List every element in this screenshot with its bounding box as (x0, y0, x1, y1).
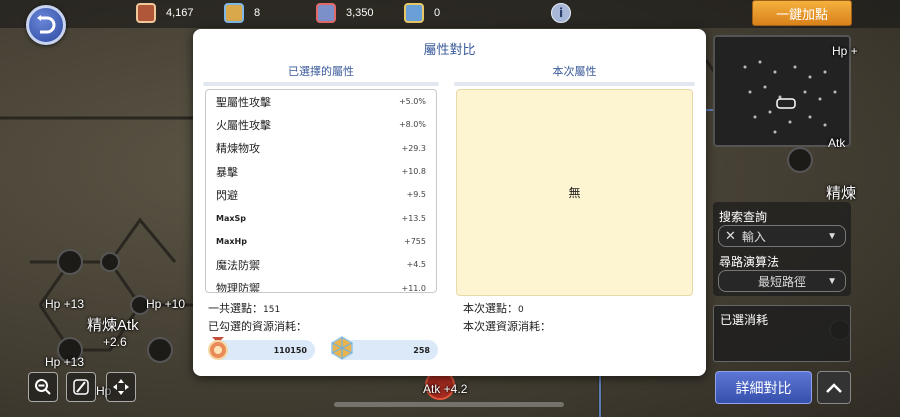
close-icon[interactable]: ✕ (725, 228, 736, 244)
gem-cube-icon (224, 3, 244, 23)
divider (454, 82, 695, 86)
checked-cost-label: 已勾選的資源消耗： (208, 320, 307, 333)
attribute-name: 聖屬性攻擊 (216, 95, 271, 109)
gem-cube-icon (331, 336, 353, 360)
total-points-value: 151 (263, 305, 281, 315)
divider (203, 82, 439, 86)
chevron-up-icon (826, 382, 842, 393)
list-item: 精煉物攻 +29.3 (206, 137, 436, 160)
attribute-value: +13.5 (401, 213, 426, 223)
attribute-name: 暴擊 (216, 165, 238, 179)
edit-button[interactable] (66, 372, 96, 402)
attribute-value: +5.0% (398, 97, 426, 107)
list-item: 閃避 +9.5 (206, 183, 436, 206)
node-label: Hp +10 (146, 297, 186, 311)
back-button[interactable] (26, 5, 66, 45)
info-icon[interactable]: i (551, 3, 571, 23)
list-item: 火屬性攻擊 +8.0% (206, 113, 436, 136)
attribute-name: 閃避 (216, 188, 238, 202)
chevron-down-icon: ▼ (827, 275, 837, 287)
total-points-label: 一共選點： (208, 302, 263, 315)
minimap[interactable] (713, 35, 851, 147)
empty-text: 無 (568, 186, 581, 200)
list-item: 魔法防禦 +4.5 (206, 253, 436, 276)
resource-value: 4,167 (166, 7, 194, 19)
node-label: Hp + (832, 44, 858, 58)
selected-cost-panel: 已選消耗 (713, 305, 851, 362)
resource-value: 0 (434, 7, 441, 19)
resource-value: 8 (254, 7, 261, 19)
horizontal-scrollbar[interactable] (334, 402, 564, 407)
medal-icon (136, 3, 156, 23)
node-label: Hp +13 (45, 355, 85, 369)
modal-title: 屬性對比 (423, 43, 476, 58)
zoom-out-button[interactable] (28, 372, 58, 402)
attribute-value: +9.5 (406, 190, 426, 200)
attribute-name: 物理防禦 (216, 282, 260, 293)
collapse-button[interactable] (817, 371, 851, 404)
this-points-label: 本次選點： (463, 302, 518, 315)
algorithm-value: 最短路徑 (757, 274, 806, 289)
resource-lock-cube: 3,350 (316, 3, 374, 23)
list-item: 物理防禦 +11.0 (206, 276, 436, 293)
cost-value: 258 (413, 345, 430, 355)
attribute-value: +8.0% (398, 120, 426, 130)
cost-value: 110150 (273, 345, 307, 355)
resource-gem-cube: 8 (224, 3, 260, 23)
resource-value: 3,350 (346, 7, 374, 19)
attribute-value: +10.8 (401, 167, 426, 177)
chevron-down-icon: ▼ (827, 230, 837, 242)
attribute-value: +11.0 (401, 283, 426, 293)
attribute-name: MaxHp (216, 236, 247, 246)
back-arrow-icon (37, 15, 56, 34)
current-attributes-header: 本次屬性 (552, 65, 597, 78)
medal-icon (208, 337, 228, 360)
node-main-sub: +2.6 (103, 335, 127, 349)
node-label: 精煉 (826, 185, 857, 202)
attribute-value: +4.5 (406, 260, 426, 270)
node-label: Hp +13 (45, 297, 85, 311)
slash-icon (73, 379, 89, 395)
selected-cost-label: 已選消耗 (720, 313, 769, 327)
attribute-value: +755 (404, 236, 426, 246)
list-item: 聖屬性攻擊 +5.0% (206, 90, 436, 113)
attribute-name: 魔法防禦 (216, 258, 260, 272)
resource-medal: 4,167 (136, 3, 194, 23)
blue-cube-icon (404, 3, 424, 23)
attribute-compare-modal: 屬性對比 已選擇的屬性 本次屬性 聖屬性攻擊 +5.0% 火屬性攻擊 +8.0%… (193, 29, 706, 376)
this-cost-label: 本次選資源消耗： (463, 320, 551, 333)
list-item: MaxHp +755 (206, 230, 436, 253)
attribute-value: +29.3 (401, 143, 426, 153)
node-label: Atk (828, 136, 846, 150)
list-item: 暴擊 +10.8 (206, 160, 436, 183)
list-item: MaxSp +13.5 (206, 206, 436, 229)
algorithm-select[interactable]: 最短路徑 ▼ (718, 270, 846, 292)
selected-attributes-header: 已選擇的屬性 (288, 65, 354, 78)
search-placeholder: 輸入 (741, 229, 766, 244)
one-click-add-button[interactable]: 一鍵加點 (752, 0, 852, 26)
search-label: 搜索查詢 (719, 210, 768, 224)
move-button[interactable] (106, 372, 136, 402)
minimap-dots (743, 60, 837, 134)
resource-blue-cube: 0 (404, 3, 440, 23)
attribute-name: 火屬性攻擊 (216, 118, 271, 132)
this-points-value: 0 (518, 305, 524, 315)
total-points: 一共選點：151 (208, 300, 280, 316)
current-attributes-box: 無 (456, 89, 693, 296)
selected-attributes-list[interactable]: 聖屬性攻擊 +5.0% 火屬性攻擊 +8.0% 精煉物攻 +29.3 暴擊 +1… (205, 89, 437, 293)
attribute-name: MaxSp (216, 213, 247, 223)
algorithm-label: 尋路演算法 (719, 255, 780, 269)
move-icon (113, 379, 129, 395)
attribute-name: 精煉物攻 (216, 142, 260, 156)
search-input[interactable]: ✕ 輸入 ▼ (718, 225, 846, 247)
node-main-label: 精煉Atk (87, 317, 139, 334)
detail-compare-button[interactable]: 詳細對比 (715, 371, 812, 404)
this-points: 本次選點：0 (463, 300, 524, 316)
node-label: Atk +4.2 (423, 382, 468, 396)
lock-cube-icon (316, 3, 336, 23)
zoom-out-icon (35, 379, 51, 395)
